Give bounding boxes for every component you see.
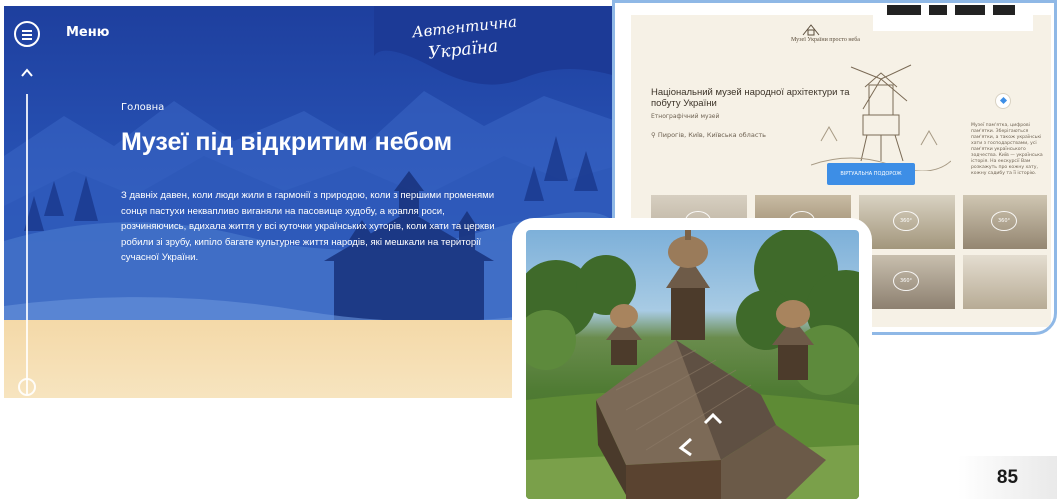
page-number: 85 [958, 456, 1057, 499]
scroll-handle-icon[interactable] [18, 378, 36, 396]
header-strip [873, 3, 1033, 31]
museum-logo-icon [802, 24, 820, 36]
panorama-360-badge: 360° [893, 271, 919, 291]
virtual-tour-button[interactable]: ВІРТУАЛЬНА ПОДОРОЖ [827, 163, 915, 185]
museum-brand[interactable]: Музеї України просто неба [791, 37, 860, 43]
chevron-up-icon[interactable] [702, 408, 724, 430]
location-text: Пирогів, Київ, Київська область [657, 131, 767, 139]
gallery-thumbnail[interactable]: 360° [859, 255, 955, 309]
museum-location: ⚲ Пирогів, Київ, Київська область [651, 131, 766, 139]
breadcrumb[interactable]: Головна [121, 102, 164, 113]
location-pin-icon: ⚲ [651, 131, 658, 139]
scroll-progress-line[interactable] [26, 94, 28, 394]
panorama-360-badge: 360° [893, 211, 919, 231]
windmill-sketch-illustration [811, 64, 951, 171]
page-title: Музеї під відкритим небом [121, 128, 453, 156]
church-panorama-photo[interactable] [526, 230, 859, 499]
chevron-left-icon[interactable] [676, 436, 698, 458]
panorama-360-badge: 360° [991, 211, 1017, 231]
map-pin-icon[interactable] [995, 93, 1011, 109]
church-illustration [526, 230, 859, 499]
gallery-thumbnail[interactable] [963, 255, 1047, 309]
chevron-up-icon[interactable] [20, 66, 34, 80]
site-logo[interactable]: Автентична Україна [406, 12, 517, 72]
intro-paragraph: З давніх давен, коли люди жили в гармоні… [121, 190, 495, 264]
church-panorama-card [512, 218, 872, 499]
gallery-thumbnail[interactable]: 360° [859, 195, 955, 249]
menu-label[interactable]: Меню [66, 25, 109, 40]
museum-subtitle: Етнографічний музей [651, 113, 720, 120]
menu-icon[interactable] [14, 21, 40, 47]
gallery-thumbnail[interactable]: 360° [963, 195, 1047, 249]
museum-description: Музеї пам'ятка, цифрові пам'ятки. Зберіг… [971, 123, 1043, 176]
